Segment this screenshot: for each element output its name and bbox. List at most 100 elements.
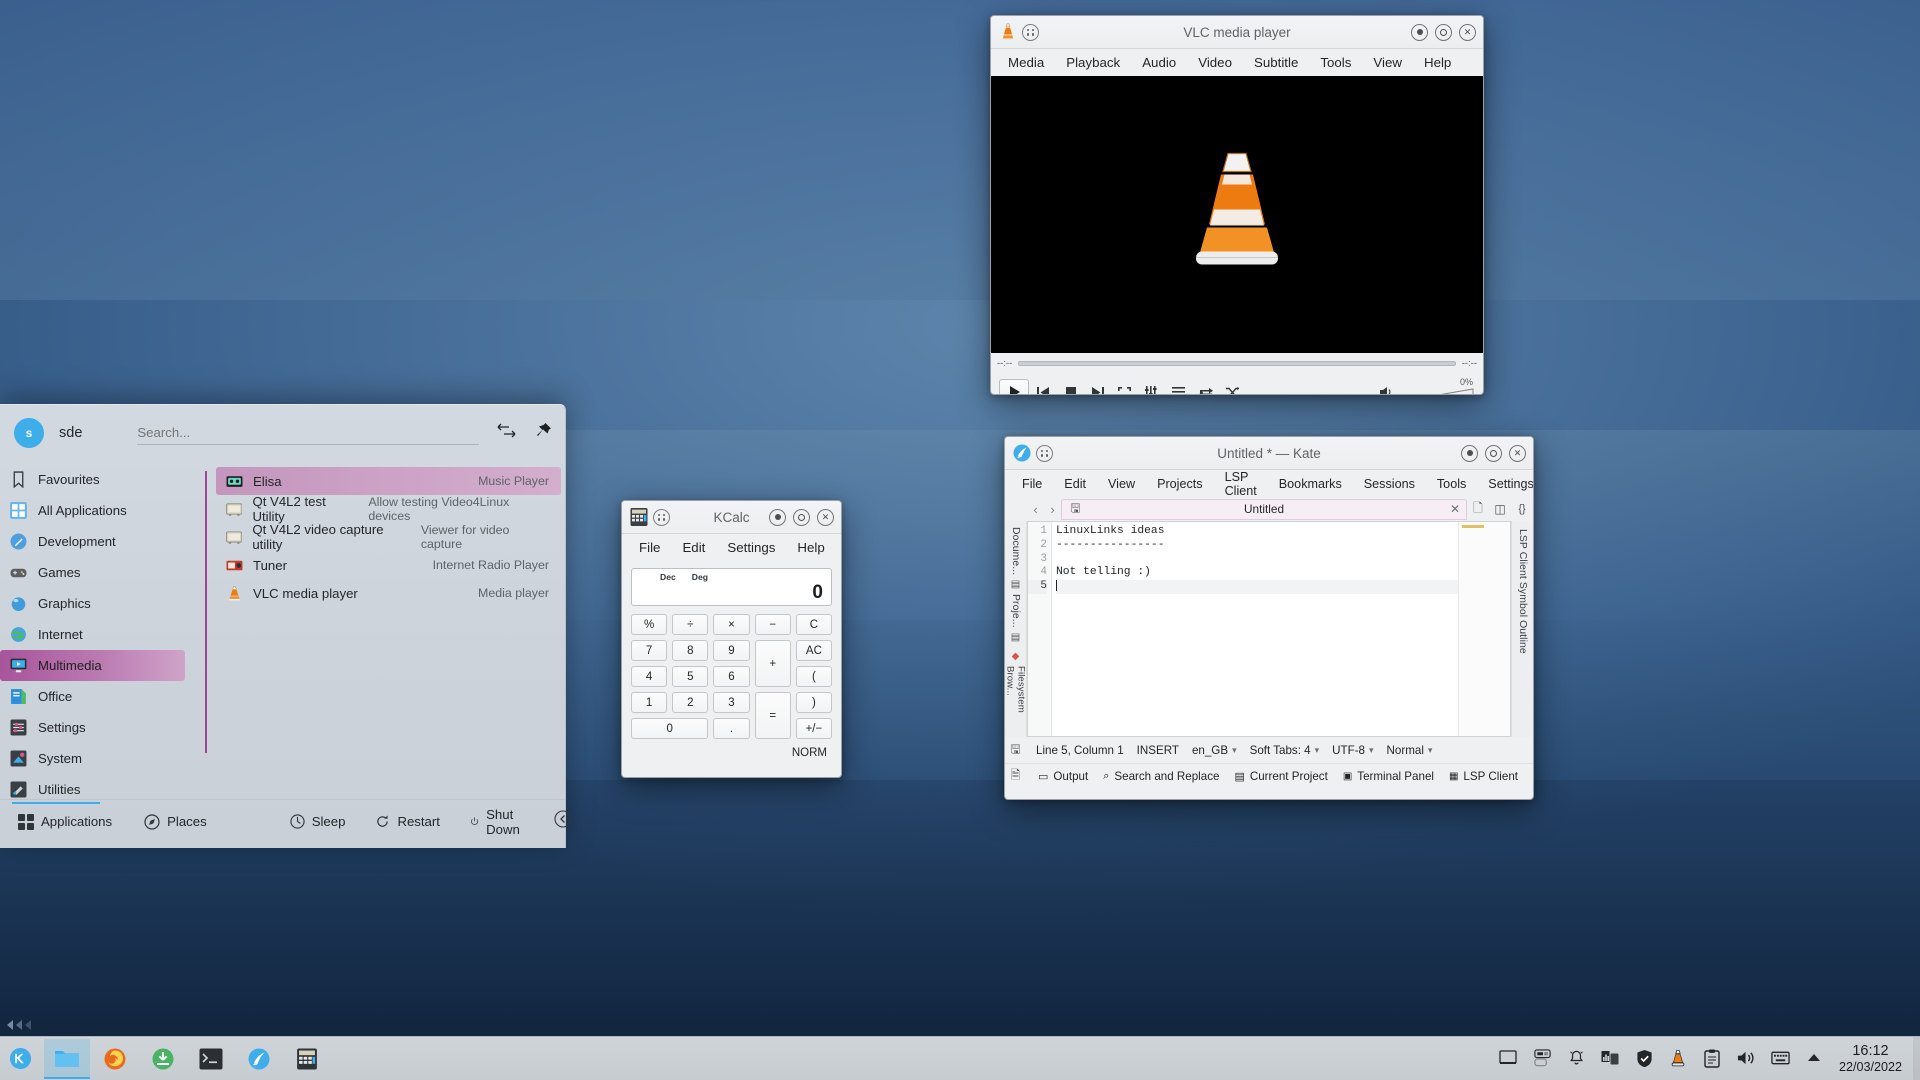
sidebar-item-office[interactable]: Office [0,681,205,712]
tab-applications[interactable]: Applications [18,813,112,830]
next-button[interactable] [1085,380,1110,394]
search-and-replace-button[interactable]: ⌕ Search and Replace [1103,770,1219,783]
key-4[interactable]: 4 [631,666,668,687]
vlc-menu-playback[interactable]: Playback [1055,52,1131,73]
volume-icon[interactable] [1374,380,1399,394]
new-document-icon[interactable]: 🗋 [1467,499,1489,520]
volume-icon[interactable] [1737,1049,1756,1068]
playlist-button[interactable] [1166,380,1191,394]
vlc-menu-tools[interactable]: Tools [1309,52,1362,73]
key-0[interactable]: 0 [631,718,709,739]
show-hidden-icon[interactable] [1805,1049,1824,1068]
sidebar-item-graphics[interactable]: Graphics [0,588,205,619]
tab-places[interactable]: Places [144,813,207,830]
documents-panel-icon[interactable]: ▤ [1011,579,1020,590]
kate-menu-view[interactable]: View [1097,474,1146,494]
play-button[interactable] [999,379,1029,394]
sidebar-item-internet[interactable]: Internet [0,619,205,650]
clipboard-manager-icon[interactable] [1601,1049,1620,1068]
projects-panel-icon[interactable]: ▤ [1011,632,1020,643]
current-project-button[interactable]: ▤ Current Project [1234,770,1327,783]
previous-button[interactable] [1031,380,1056,394]
projects-tab[interactable]: Proje... [1010,594,1021,628]
kate-menu-file[interactable]: File [1011,474,1053,494]
key-7[interactable]: 7 [631,640,668,661]
vlc-menu-video[interactable]: Video [1187,52,1243,73]
kate-menu-edit[interactable]: Edit [1053,474,1097,494]
vlc-titlebar[interactable]: VLC media player ✕ [991,16,1483,49]
key-percent[interactable]: % [631,614,668,635]
volume-slider[interactable]: 0% [1403,377,1475,394]
digital-clock[interactable]: 16:12 22/03/2022 [1839,1042,1910,1076]
key-6[interactable]: 6 [713,666,750,687]
footer-tabs[interactable]: Applications Places [18,813,207,830]
launcher-header-icons[interactable] [497,422,551,444]
close-tab-icon[interactable]: ✕ [1450,502,1460,516]
lsp-symbol-outline-tab[interactable]: LSP Client Symbol Outline [1517,529,1528,737]
key-plus[interactable]: + [754,640,791,687]
kate-menu-projects[interactable]: Projects [1146,474,1214,494]
vlc-window-buttons[interactable]: ✕ [1411,23,1476,41]
kate-menu-lsp-client[interactable]: LSP Client [1214,467,1268,501]
key-decimal[interactable]: . [713,718,750,739]
kate-window-buttons[interactable]: ✕ [1461,444,1526,462]
vlc-menubar[interactable]: Media Playback Audio Video Subtitle Tool… [991,49,1483,76]
window-menu-button[interactable] [1036,444,1053,462]
key-multiply[interactable]: × [713,614,750,635]
sidebar-item-settings[interactable]: Settings [0,712,205,743]
key-open-paren[interactable]: ( [795,666,832,687]
kate-menubar[interactable]: File Edit View Projects LSP Client Bookm… [1005,470,1533,498]
list-item[interactable]: Qt V4L2 video capture utility Viewer for… [216,522,561,552]
sidebar-item-multimedia[interactable]: Multimedia [0,650,185,681]
search-input[interactable] [137,421,479,445]
vlc-video-area[interactable] [991,76,1483,353]
restart-button[interactable]: Restart [375,807,440,837]
vlc-tray-icon[interactable] [1669,1049,1688,1068]
vlc-seek-bar[interactable] [1018,360,1456,366]
list-item[interactable]: Qt V4L2 test Utility Allow testing Video… [216,494,561,524]
keyboard-icon[interactable] [1771,1049,1790,1068]
kate-menu-tools[interactable]: Tools [1426,474,1477,494]
kate-bottom-toolbar[interactable]: 🗎 ▭ Output ⌕ Search and Replace ▤ Curren… [1005,763,1533,789]
close-icon[interactable]: ✕ [817,508,834,526]
terminal-panel-button[interactable]: ▣ Terminal Panel [1343,770,1434,783]
key-all-clear[interactable]: AC [795,640,832,661]
kate-menu-settings[interactable]: Settings [1477,474,1533,494]
encoding-selector[interactable]: UTF-8 ▾ [1332,744,1373,757]
lsp-client-button[interactable]: ▦ LSP Client [1449,770,1518,783]
launcher-app-list[interactable]: Elisa Music Player Qt V4L2 test Utility … [207,461,565,799]
vlc-volume-control[interactable]: 0% [1374,377,1475,394]
vlc-controls[interactable]: 0% [991,373,1483,394]
application-launcher[interactable]: s sde Favourites [0,404,572,848]
filesystem-browser-icon[interactable]: 🗎 [1008,766,1023,787]
list-item[interactable]: Tuner Internet Radio Player [216,551,561,579]
kate-menu-sessions[interactable]: Sessions [1353,474,1426,494]
kcalc-titlebar[interactable]: KCalc ✕ [622,501,841,534]
vlc-menu-help[interactable]: Help [1413,52,1462,73]
list-item[interactable]: Elisa Music Player [216,467,561,495]
maximize-icon[interactable] [793,508,810,526]
view-toggle-icon[interactable] [497,423,516,444]
key-2[interactable]: 2 [672,692,709,713]
kcalc-window-buttons[interactable]: ✕ [769,508,834,526]
vlc-window[interactable]: VLC media player ✕ Media Playback Audio … [990,15,1484,395]
task-firefox[interactable] [92,1039,138,1079]
key-8[interactable]: 8 [672,640,709,661]
window-menu-button[interactable] [1022,23,1039,41]
keep-above-icon[interactable] [1461,444,1478,462]
key-3[interactable]: 3 [713,692,750,713]
sidebar-item-all-applications[interactable]: All Applications [0,495,205,526]
key-clear[interactable]: C [795,614,832,635]
highlight-mode-selector[interactable]: Normal ▾ [1387,744,1433,757]
sidebar-item-games[interactable]: Games [0,557,205,588]
keep-above-icon[interactable] [769,508,786,526]
sidebar-item-favourites[interactable]: Favourites [0,464,205,495]
vlc-seek-row[interactable]: --:-- --:-- [991,353,1483,373]
equalizer-button[interactable] [1139,380,1164,394]
kcalc-menu-settings[interactable]: Settings [716,537,786,558]
collapse-button[interactable] [554,810,572,833]
task-manager[interactable] [40,1038,330,1079]
vlc-menu-media[interactable]: Media [997,52,1055,73]
sidebar-item-system[interactable]: System [0,743,205,774]
kate-text-editor[interactable]: 1 2 3 4 5 LinuxLinks ideas -------------… [1027,521,1511,737]
